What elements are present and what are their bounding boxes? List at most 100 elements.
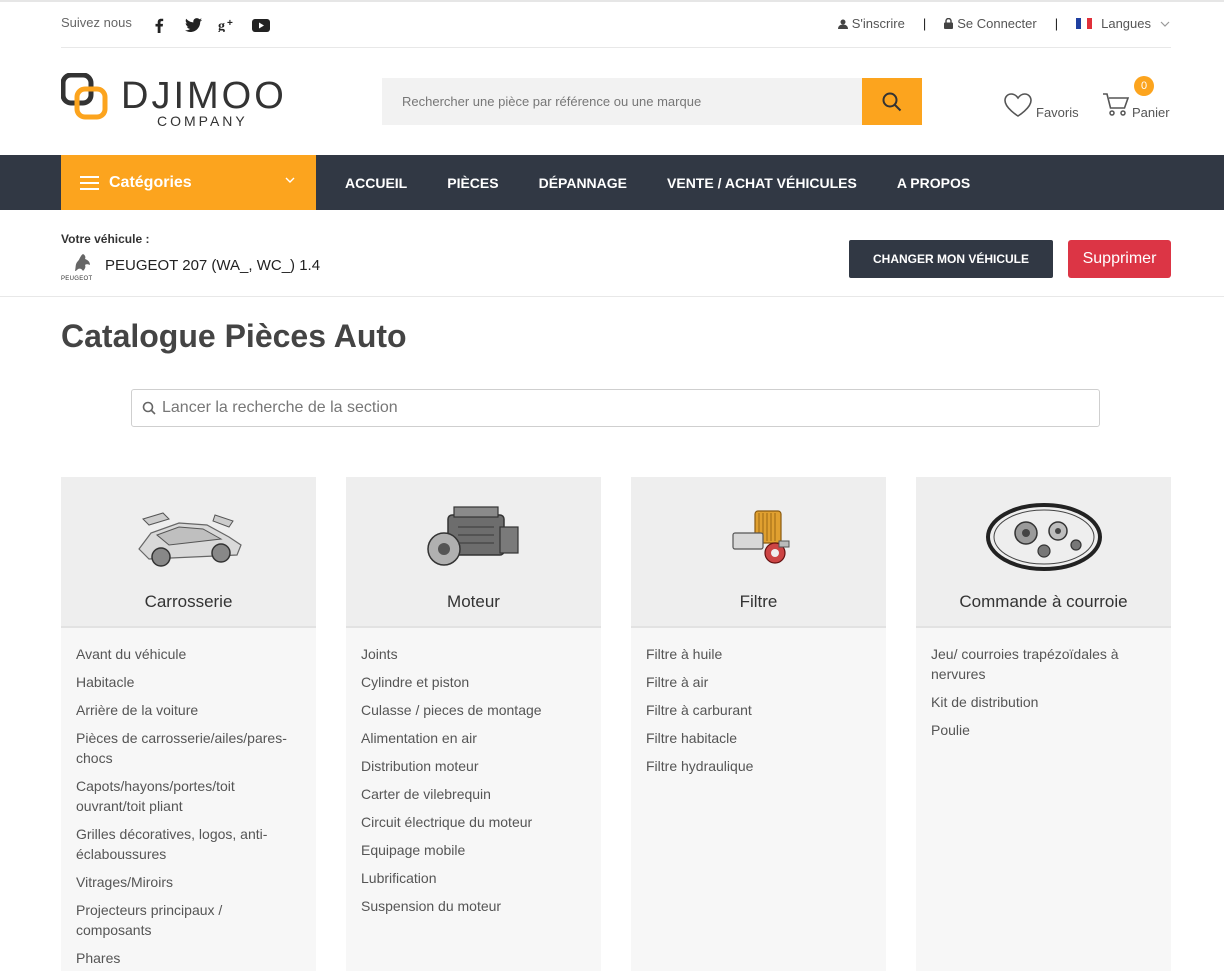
list-item[interactable]: Capots/hayons/portes/toit ouvrant/toit p…	[76, 776, 301, 816]
logo-subtext: COMPANY	[157, 113, 248, 129]
nav-links: ACCUEIL PIÈCES DÉPANNAGE VENTE / ACHAT V…	[345, 155, 970, 210]
main-nav: Catégories ACCUEIL PIÈCES DÉPANNAGE VENT…	[0, 155, 1224, 210]
google-plus-icon[interactable]: g +	[217, 15, 237, 35]
heart-icon	[1004, 93, 1032, 117]
list-item[interactable]: Suspension du moteur	[361, 896, 586, 916]
list-item[interactable]: Filtre à air	[646, 672, 871, 692]
logo-mark-icon	[61, 73, 108, 120]
french-flag-icon	[1076, 18, 1093, 29]
list-item[interactable]: Poulie	[931, 720, 1156, 740]
list-item[interactable]: Circuit électrique du moteur	[361, 812, 586, 832]
search-icon	[142, 401, 156, 415]
search-input[interactable]	[382, 78, 852, 125]
cart-icon	[1103, 93, 1130, 116]
list-item[interactable]: Equipage mobile	[361, 840, 586, 860]
category-card-carrosserie: Carrosserie Avant du véhicule Habitacle …	[61, 477, 316, 971]
list-item[interactable]: Projecteurs principaux / composants	[76, 900, 301, 940]
search-icon	[882, 92, 902, 111]
chevron-down-icon	[285, 177, 295, 183]
nav-link-towing[interactable]: DÉPANNAGE	[539, 175, 627, 191]
brand-logo-text: PEUGEOT	[61, 276, 93, 282]
card-header[interactable]: Filtre	[631, 477, 886, 628]
card-list: Filtre à huile Filtre à air Filtre à car…	[631, 628, 886, 776]
card-title: Filtre	[739, 592, 778, 611]
categories-label: Catégories	[109, 173, 192, 191]
svg-text:+: +	[227, 18, 233, 29]
top-bar: Suivez nous g + S'inscrire | Se Connecter…	[61, 2, 1171, 48]
list-item[interactable]: Pièces de carrosserie/ailes/pares-chocs	[76, 728, 301, 768]
cart-count-badge: 0	[1134, 76, 1154, 96]
card-list: Avant du véhicule Habitacle Arrière de l…	[61, 628, 316, 968]
list-item[interactable]: Avant du véhicule	[76, 644, 301, 664]
card-list: Joints Cylindre et piston Culasse / piec…	[346, 628, 601, 916]
section-search-input[interactable]	[162, 390, 1082, 426]
follow-label: Suivez nous	[61, 15, 132, 30]
chevron-down-icon	[1160, 21, 1170, 27]
separator: |	[1054, 16, 1059, 31]
card-list: Jeu/ courroies trapézoïdales à nervures …	[916, 628, 1171, 740]
cart-link[interactable]: 0 Panier	[1102, 76, 1172, 126]
logo-text: DJIMOO	[121, 75, 287, 117]
favorites-link[interactable]: Favoris	[1003, 92, 1083, 122]
card-title: Moteur	[447, 592, 500, 611]
list-item[interactable]: Lubrification	[361, 868, 586, 888]
twitter-icon[interactable]	[183, 15, 203, 35]
signup-label: S'inscrire	[851, 16, 905, 31]
header: DJIMOO COMPANY Favoris 0 Panier	[0, 48, 1224, 155]
search-button[interactable]	[862, 78, 922, 125]
list-item[interactable]: Filtre à carburant	[646, 700, 871, 720]
list-item[interactable]: Arrière de la voiture	[76, 700, 301, 720]
list-item[interactable]: Filtre à huile	[646, 644, 871, 664]
card-header[interactable]: Moteur	[346, 477, 601, 628]
category-card-commande-courroie: Commande à courroie Jeu/ courroies trapé…	[916, 477, 1171, 971]
nav-link-vehicle-sales[interactable]: VENTE / ACHAT VÉHICULES	[667, 175, 857, 191]
list-item[interactable]: Filtre hydraulique	[646, 756, 871, 776]
list-item[interactable]: Distribution moteur	[361, 756, 586, 776]
delete-vehicle-button[interactable]: Supprimer	[1068, 240, 1171, 278]
list-item[interactable]: Filtre habitacle	[646, 728, 871, 748]
peugeot-logo: PEUGEOT	[61, 252, 101, 282]
filter-icon	[731, 510, 789, 564]
list-item[interactable]: Culasse / pieces de montage	[361, 700, 586, 720]
list-item[interactable]: Jeu/ courroies trapézoïdales à nervures	[931, 644, 1156, 684]
user-icon	[837, 19, 848, 29]
engine-icon	[426, 506, 519, 566]
peugeot-lion-icon	[75, 254, 90, 271]
cart-label: Panier	[1132, 105, 1170, 120]
separator: |	[922, 16, 927, 31]
hamburger-icon	[80, 175, 99, 190]
belt-kit-icon	[985, 503, 1102, 571]
card-title: Commande à courroie	[959, 592, 1128, 611]
facebook-icon[interactable]	[149, 15, 169, 35]
list-item[interactable]: Grilles décoratives, logos, anti-éclabou…	[76, 824, 301, 864]
language-selector[interactable]: Langues	[1076, 16, 1171, 31]
favorites-label: Favoris	[1036, 105, 1079, 120]
categories-menu-button[interactable]: Catégories	[61, 155, 316, 210]
change-vehicle-button[interactable]: CHANGER MON VÉHICULE	[849, 240, 1053, 278]
social-links: g +	[149, 15, 271, 35]
vehicle-bar: Votre véhicule : PEUGEOT PEUGEOT 207 (WA…	[0, 210, 1224, 297]
svg-text:g: g	[218, 19, 225, 32]
list-item[interactable]: Joints	[361, 644, 586, 664]
list-item[interactable]: Phares	[76, 948, 301, 968]
nav-link-parts[interactable]: PIÈCES	[447, 175, 498, 191]
account-links: S'inscrire | Se Connecter | Langues	[837, 16, 1171, 31]
nav-link-home[interactable]: ACCUEIL	[345, 175, 407, 191]
list-item[interactable]: Habitacle	[76, 672, 301, 692]
list-item[interactable]: Vitrages/Miroirs	[76, 872, 301, 892]
login-link[interactable]: Se Connecter	[944, 16, 1037, 31]
list-item[interactable]: Alimentation en air	[361, 728, 586, 748]
nav-link-about[interactable]: A PROPOS	[897, 175, 970, 191]
main-search	[382, 78, 922, 125]
category-cards: Carrosserie Avant du véhicule Habitacle …	[61, 477, 1171, 971]
card-header[interactable]: Carrosserie	[61, 477, 316, 628]
youtube-icon[interactable]	[251, 15, 271, 35]
category-card-filtre: Filtre Filtre à huile Filtre à air Filtr…	[631, 477, 886, 971]
list-item[interactable]: Carter de vilebrequin	[361, 784, 586, 804]
list-item[interactable]: Cylindre et piston	[361, 672, 586, 692]
signup-link[interactable]: S'inscrire	[837, 16, 905, 31]
card-header[interactable]: Commande à courroie	[916, 477, 1171, 628]
logo[interactable]: DJIMOO COMPANY	[61, 73, 284, 133]
list-item[interactable]: Kit de distribution	[931, 692, 1156, 712]
login-label: Se Connecter	[957, 16, 1037, 31]
